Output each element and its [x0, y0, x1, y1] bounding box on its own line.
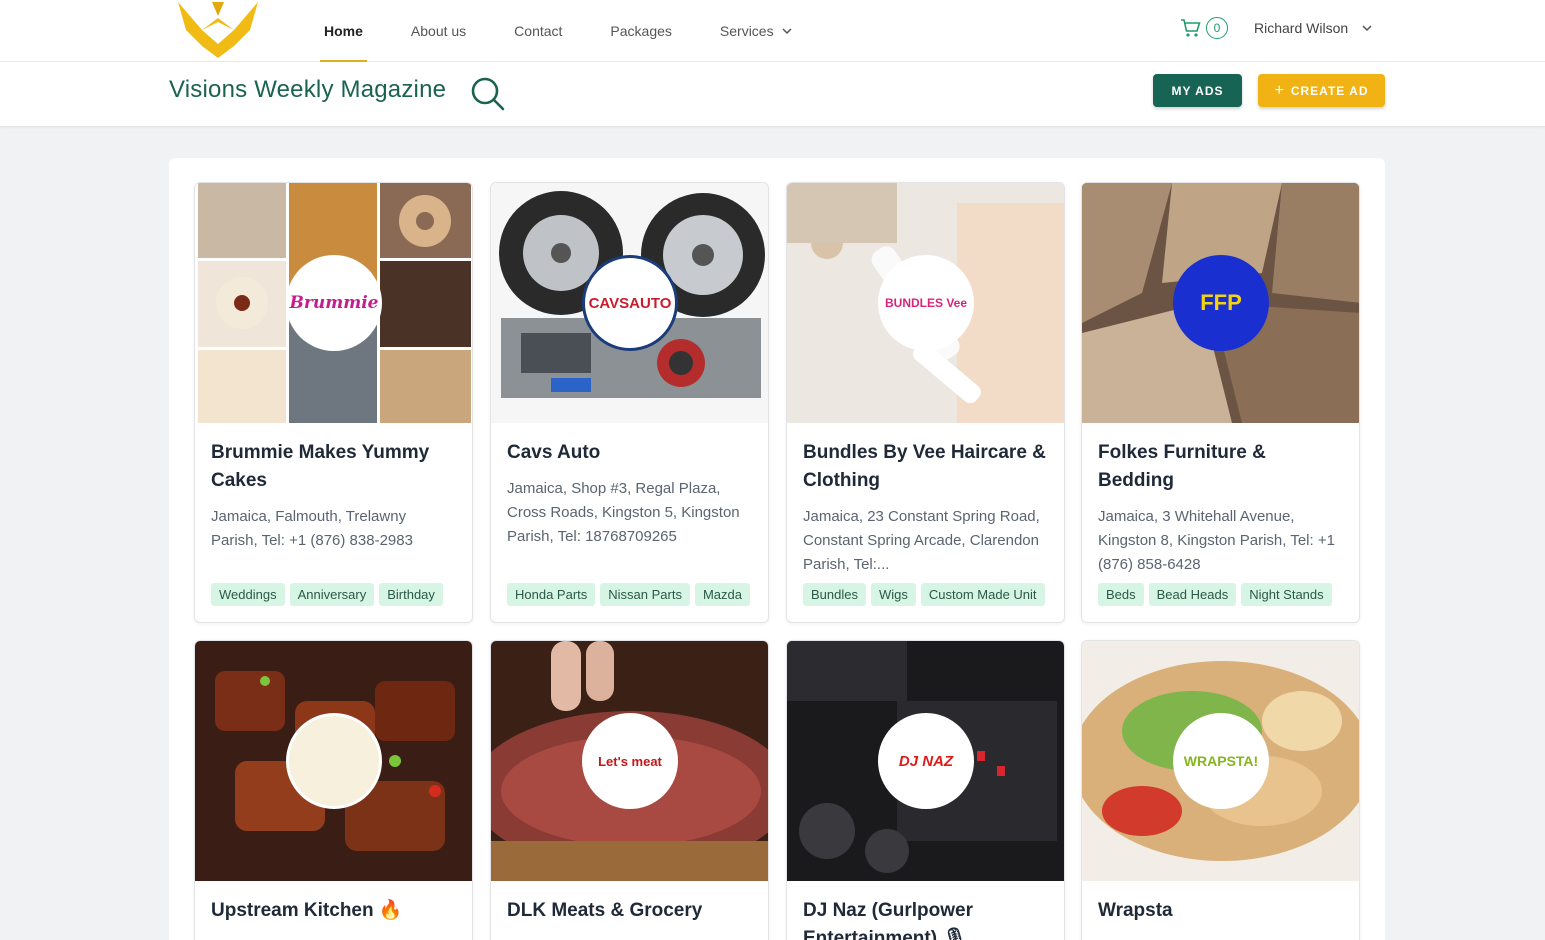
listing-image: BUNDLES Vee [787, 183, 1064, 423]
listing-title: DLK Meats & Grocery [507, 900, 703, 921]
listing-address: Jamaica, Falmouth, Trelawny Parish, Tel:… [211, 508, 413, 549]
listing-title: DJ Naz (Gurlpower Entertainment) 🎙 [803, 900, 973, 940]
listing-tags: Beds Bead Heads Night Stands [1098, 583, 1343, 606]
nav-about[interactable]: About us [387, 0, 490, 62]
page-title: Visions Weekly Magazine [169, 76, 447, 103]
page-header: Visions Weekly Magazine MY ADS + CREATE … [0, 62, 1545, 127]
listing-card[interactable]: DJ NAZ DJ Naz (Gurlpower Entertainment) … [786, 640, 1065, 940]
listing-image: Brummie [195, 183, 472, 423]
listing-tags: Honda Parts Nissan Parts Mazda [507, 583, 752, 606]
nav-packages[interactable]: Packages [586, 0, 695, 62]
user-menu[interactable]: Richard Wilson [1254, 20, 1372, 36]
business-logo: WRAPSTA! [1173, 713, 1269, 809]
main-nav: Home About us Contact Packages Services [300, 0, 816, 62]
business-logo: CAVSAUTO [582, 255, 678, 351]
tag[interactable]: Beds [1098, 583, 1144, 606]
listing-image: CAVSAUTO [491, 183, 768, 423]
listing-card[interactable]: CAVSAUTO Cavs Auto Jamaica, Shop #3, Reg… [490, 182, 769, 623]
tag[interactable]: Birthday [379, 583, 443, 606]
cart-count-badge: 0 [1206, 17, 1228, 39]
listing-image [195, 641, 472, 881]
listing-image: Let's meat [491, 641, 768, 881]
site-logo-icon[interactable] [172, 0, 264, 60]
listing-title: Wrapsta [1098, 900, 1173, 921]
business-logo: DJ NAZ [878, 713, 974, 809]
listing-title: Folkes Furniture & Bedding [1098, 442, 1266, 491]
listing-title: Upstream Kitchen 🔥 [211, 900, 403, 921]
listing-address: Jamaica, Shop #3, Regal Plaza, Cross Roa… [507, 480, 740, 545]
listing-title: Cavs Auto [507, 442, 601, 463]
listing-address: Jamaica, 23 Constant Spring Road, Consta… [803, 508, 1040, 573]
nav-services-label: Services [719, 23, 774, 39]
listing-image: DJ NAZ [787, 641, 1064, 881]
tag[interactable]: Nissan Parts [600, 583, 690, 606]
chevron-down-icon [1362, 25, 1372, 32]
listing-card[interactable]: BUNDLES Vee Bundles By Vee Haircare & Cl… [786, 182, 1065, 623]
business-logo: Let's meat [582, 713, 678, 809]
plus-icon: + [1274, 81, 1285, 99]
tag[interactable]: Custom Made Unit [920, 583, 1045, 606]
search-icon[interactable] [469, 75, 507, 113]
chevron-down-icon [782, 28, 792, 35]
cart-button[interactable]: 0 [1180, 17, 1228, 39]
business-logo: Brummie [286, 255, 382, 351]
listing-image: WRAPSTA! [1082, 641, 1359, 881]
nav-home[interactable]: Home [300, 0, 387, 62]
listing-tags: Bundles Wigs Custom Made Unit [803, 583, 1048, 606]
listing-title: Brummie Makes Yummy Cakes [211, 442, 430, 491]
nav-packages-label: Packages [610, 23, 672, 39]
nav-about-label: About us [410, 23, 467, 39]
cart-icon [1181, 19, 1201, 37]
top-navbar: Home About us Contact Packages Services … [0, 0, 1545, 62]
my-ads-button[interactable]: MY ADS [1153, 74, 1242, 107]
listing-address: Jamaica, 3 Whitehall Avenue, Kingston 8,… [1098, 508, 1335, 573]
business-logo [286, 713, 382, 809]
create-ad-button[interactable]: + CREATE AD [1258, 74, 1385, 107]
create-ad-label: CREATE AD [1290, 83, 1369, 98]
listing-card[interactable]: Brummie Brummie Makes Yummy Cakes Jamaic… [194, 182, 473, 623]
tag[interactable]: Anniversary [289, 583, 375, 606]
listing-image: FFP [1082, 183, 1359, 423]
listing-title: Bundles By Vee Haircare & Clothing [803, 442, 1046, 491]
tag[interactable]: Wigs [870, 583, 916, 606]
nav-home-label: Home [324, 23, 363, 39]
tag[interactable]: Bundles [803, 583, 866, 606]
listing-card[interactable]: FFP Folkes Furniture & Bedding Jamaica, … [1081, 182, 1360, 623]
listing-card[interactable]: Let's meat DLK Meats & Grocery [490, 640, 769, 940]
tag[interactable]: Weddings [211, 583, 285, 606]
listings-panel: Brummie Brummie Makes Yummy Cakes Jamaic… [169, 158, 1385, 940]
tag[interactable]: Mazda [694, 583, 750, 606]
nav-services[interactable]: Services [696, 0, 816, 62]
business-logo: FFP [1173, 255, 1269, 351]
tag[interactable]: Bead Heads [1148, 583, 1237, 606]
listing-card[interactable]: Upstream Kitchen 🔥 [194, 640, 473, 940]
user-name: Richard Wilson [1254, 20, 1349, 36]
tag[interactable]: Honda Parts [507, 583, 596, 606]
nav-contact-label: Contact [514, 23, 563, 39]
listing-tags: Weddings Anniversary Birthday [211, 583, 456, 606]
business-logo: BUNDLES Vee [878, 255, 974, 351]
nav-contact[interactable]: Contact [490, 0, 586, 62]
tag[interactable]: Night Stands [1241, 583, 1332, 606]
listing-card[interactable]: WRAPSTA! Wrapsta [1081, 640, 1360, 940]
